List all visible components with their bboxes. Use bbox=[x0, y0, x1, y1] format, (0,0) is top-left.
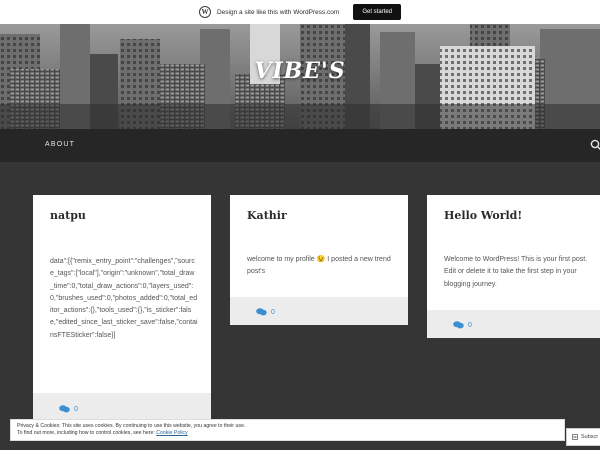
comment-bubble-icon bbox=[256, 308, 267, 316]
get-started-button[interactable]: Get started bbox=[353, 4, 402, 20]
wordpress-promo-bar: W Design a site like this with WordPress… bbox=[0, 0, 600, 24]
cookie-notice-text: Privacy & Cookies: This site uses cookie… bbox=[17, 423, 246, 429]
reader-icon bbox=[572, 434, 578, 440]
cookie-banner: Privacy & Cookies: This site uses cookie… bbox=[10, 419, 565, 441]
cookie-more-info: To find out more, including how to contr… bbox=[17, 430, 188, 436]
comments-link[interactable]: 0 bbox=[59, 405, 78, 413]
post-title[interactable]: Hello World! bbox=[444, 209, 522, 222]
post-excerpt: welcome to my profile 😉 I posted a new t… bbox=[247, 256, 391, 276]
cookie-policy-link[interactable]: Cookie Policy bbox=[156, 430, 187, 436]
search-icon[interactable] bbox=[590, 139, 600, 151]
comment-count: 0 bbox=[271, 308, 275, 316]
site-title[interactable]: VIBE'S bbox=[0, 58, 600, 84]
comment-count: 0 bbox=[468, 321, 472, 329]
post-card: Kathir welcome to my profile 😉 I posted … bbox=[230, 195, 408, 325]
post-footer: 0 bbox=[427, 310, 600, 338]
post-card: natpu data":[{"remix_entry_point":"chall… bbox=[33, 195, 211, 425]
main-navigation: ABOUT bbox=[0, 129, 600, 162]
comments-link[interactable]: 0 bbox=[256, 308, 275, 316]
wordpress-logo-icon: W bbox=[198, 6, 211, 18]
post-card: Hello World! Welcome to WordPress! This … bbox=[427, 195, 600, 338]
subscribe-label: Subscr bbox=[581, 434, 599, 440]
subscribe-button[interactable]: Subscr bbox=[566, 428, 600, 446]
cookie-more-info-text: To find out more, including how to contr… bbox=[17, 430, 157, 436]
post-title[interactable]: Kathir bbox=[247, 209, 287, 222]
nav-item-about[interactable]: ABOUT bbox=[45, 141, 75, 148]
post-excerpt: data":[{"remix_entry_point":"challenges"… bbox=[50, 258, 198, 339]
post-excerpt: Welcome to WordPress! This is your first… bbox=[444, 256, 588, 288]
comment-bubble-icon bbox=[453, 321, 464, 329]
post-title[interactable]: natpu bbox=[50, 209, 86, 222]
comments-link[interactable]: 0 bbox=[453, 321, 472, 329]
comment-count: 0 bbox=[74, 405, 78, 413]
header-image: VIBE'S bbox=[0, 24, 600, 129]
post-footer: 0 bbox=[230, 297, 408, 325]
promo-text: Design a site like this with WordPress.c… bbox=[216, 8, 340, 16]
comment-bubble-icon bbox=[59, 405, 70, 413]
